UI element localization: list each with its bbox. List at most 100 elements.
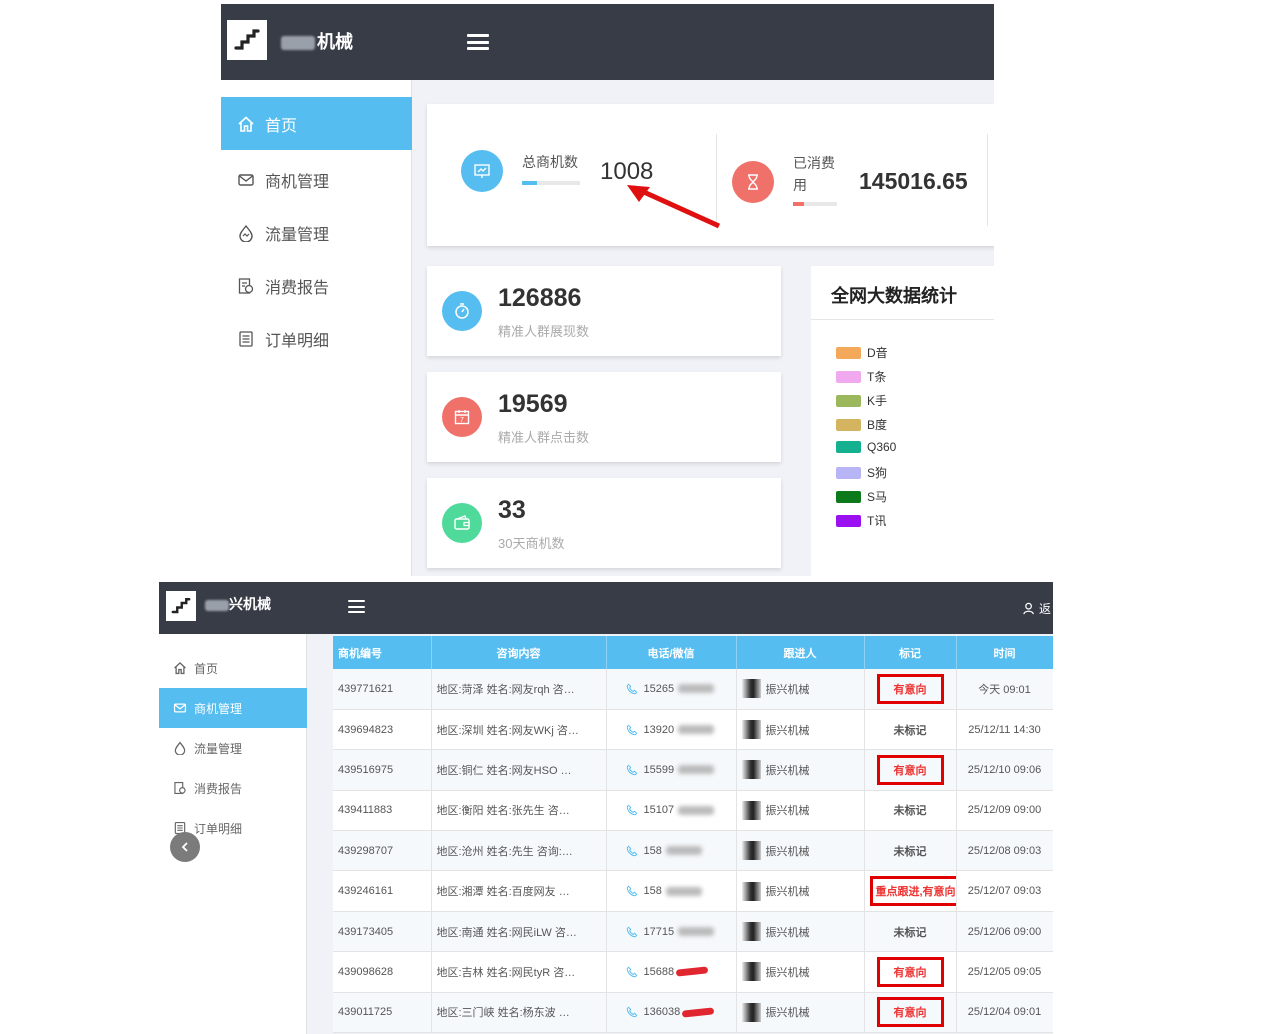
- avatar: [741, 962, 761, 982]
- menu-toggle-icon[interactable]: [467, 34, 489, 50]
- table-row[interactable]: 439011725 地区:三门峡 姓名:杨东波 … 136038 振兴机械 有意向 25/…: [333, 992, 1053, 1034]
- sidebar-collapse-button[interactable]: [170, 832, 200, 862]
- lead-mark-badge[interactable]: 有意向: [876, 673, 944, 704]
- lead-mark-badge[interactable]: 未标记: [894, 846, 927, 858]
- lead-phone-cell[interactable]: 158: [606, 830, 737, 872]
- lead-mark-cell[interactable]: 未标记: [864, 830, 957, 872]
- table-row[interactable]: 439098628 地区:吉林 姓名:网民tyR 咨… 15688 振兴机械 有意向 25…: [333, 951, 1053, 993]
- lead-time: 25/12/08 09:03: [956, 830, 1053, 872]
- lead-follower: 振兴机械: [765, 845, 810, 858]
- sidebar-item-label: 首页: [194, 661, 219, 676]
- lead-mark-cell[interactable]: 有意向: [864, 669, 957, 710]
- lead-phone-cell[interactable]: 15599: [606, 749, 737, 791]
- sidebar-item-home[interactable]: 首页: [221, 97, 412, 150]
- lead-mark-cell[interactable]: 有意向: [864, 992, 957, 1034]
- legend-item[interactable]: T讯: [836, 512, 886, 529]
- table-row[interactable]: 439694823 地区:深圳 姓名:网友WKj 咨… 13920 振兴机械 未标记 25…: [333, 709, 1053, 751]
- table-row[interactable]: 439771621 地区:菏泽 姓名:网友rqh 咨… 15265 振兴机械 有意向 今天…: [333, 669, 1053, 710]
- legend-swatch: [836, 441, 861, 453]
- lead-phone-cell[interactable]: 13920: [606, 709, 737, 751]
- lead-mark-badge[interactable]: 未标记: [894, 927, 927, 939]
- sidebar-item-leads[interactable]: 商机管理: [159, 688, 307, 728]
- legend-swatch: [836, 418, 861, 431]
- lead-mark-cell[interactable]: 未标记: [864, 911, 957, 953]
- lead-mark-badge[interactable]: 有意向: [876, 956, 944, 987]
- legend-label: S马: [867, 490, 888, 504]
- sidebar-item-home[interactable]: 首页: [159, 648, 307, 688]
- lead-mark-cell[interactable]: 重点跟进,有意向: [864, 870, 957, 912]
- lead-phone-cell[interactable]: 17715: [606, 911, 737, 953]
- legend-item[interactable]: S狗: [836, 464, 887, 481]
- table-row[interactable]: 439516975 地区:铜仁 姓名:网友HSO … 15599 振兴机械 有意向 25/…: [333, 749, 1053, 791]
- lead-content[interactable]: 地区:吉林 姓名:网民tyR 咨…: [431, 951, 607, 993]
- lead-follower-cell: 振兴机械: [736, 911, 865, 953]
- brand-text: 兴机械: [229, 596, 271, 612]
- table-row[interactable]: 439173405 地区:南通 姓名:网民iLW 咨… 17715 振兴机械 未标记 25…: [333, 911, 1053, 953]
- menu-toggle-icon[interactable]: [348, 600, 365, 613]
- lead-mark-cell[interactable]: 未标记: [864, 709, 957, 751]
- legend-item[interactable]: D音: [836, 344, 888, 361]
- lead-id: 439516975: [333, 749, 432, 791]
- sidebar-item-traffic[interactable]: 流量管理: [159, 728, 307, 768]
- column-header[interactable]: 商机编号: [333, 636, 432, 669]
- lead-phone-cell[interactable]: 15107: [606, 790, 737, 832]
- lead-mark-badge[interactable]: 有意向: [876, 754, 944, 785]
- lead-time: 25/12/06 09:00: [956, 911, 1053, 953]
- lead-phone-cell[interactable]: 158: [606, 870, 737, 912]
- sidebar-item-orders[interactable]: 订单明细: [221, 312, 412, 365]
- legend-item[interactable]: K手: [836, 392, 887, 409]
- lead-follower: 振兴机械: [765, 966, 810, 979]
- lead-mark-cell[interactable]: 有意向: [864, 749, 957, 791]
- lead-content[interactable]: 地区:深圳 姓名:网友WKj 咨…: [431, 709, 607, 751]
- legend-item[interactable]: T条: [836, 368, 886, 385]
- lead-mark-badge[interactable]: 有意向: [876, 997, 944, 1028]
- chevron-left-icon: [181, 842, 188, 852]
- sidebar-item-report[interactable]: 消费报告: [159, 768, 307, 808]
- sidebar-item-traffic[interactable]: 流量管理: [221, 206, 412, 259]
- leads-screenshot: 兴机械 返 首页 商机管理 流量管理 消费报告 订单明细 商机编号 咨询内容 电…: [159, 582, 1053, 1034]
- lead-id: 439298707: [333, 830, 432, 872]
- lead-mark-badge[interactable]: 重点跟进,有意向: [869, 876, 955, 907]
- sidebar-item-leads[interactable]: 商机管理: [221, 153, 412, 206]
- lead-content[interactable]: 地区:南通 姓名:网民iLW 咨…: [431, 911, 607, 953]
- lead-phone-cell[interactable]: 15688: [606, 951, 737, 993]
- user-menu-button[interactable]: 返: [1023, 600, 1051, 617]
- column-header[interactable]: 标记: [864, 636, 957, 669]
- lead-content[interactable]: 地区:沧州 姓名:先生 咨询:…: [431, 830, 607, 872]
- lead-mark-cell[interactable]: 未标记: [864, 790, 957, 832]
- logo[interactable]: [227, 20, 267, 60]
- lead-phone-cell[interactable]: 15265: [606, 669, 737, 710]
- table-row[interactable]: 439411883 地区:衡阳 姓名:张先生 咨… 15107 振兴机械 未标记 25/1…: [333, 790, 1053, 832]
- legend-item[interactable]: Q360: [836, 440, 896, 454]
- lead-mark-badge[interactable]: 未标记: [894, 805, 927, 817]
- lead-phone: 15599: [643, 763, 675, 776]
- lead-phone-cell[interactable]: 136038: [606, 992, 737, 1034]
- table-row[interactable]: 439246161 地区:湘潭 姓名:百度网友 … 158 振兴机械 重点跟进,有意向 2…: [333, 870, 1053, 912]
- clicks-card: 7 19569 精准人群点击数: [427, 372, 781, 462]
- lead-content[interactable]: 地区:菏泽 姓名:网友rqh 咨…: [431, 669, 607, 710]
- column-header[interactable]: 跟进人: [736, 636, 865, 669]
- legend-label: S狗: [867, 466, 888, 480]
- column-header[interactable]: 时间: [956, 636, 1053, 669]
- legend-item[interactable]: B度: [836, 416, 887, 433]
- lead-mark-cell[interactable]: 有意向: [864, 951, 957, 993]
- logo[interactable]: [166, 591, 196, 621]
- bigdata-card: 全网大数据统计 D音 T条 K手 B度 Q360 S狗 S马 T讯: [811, 266, 994, 576]
- lead-content[interactable]: 地区:衡阳 姓名:张先生 咨…: [431, 790, 607, 832]
- stopwatch-icon: [442, 291, 482, 331]
- lead-content[interactable]: 地区:湘潭 姓名:百度网友 …: [431, 870, 607, 912]
- calendar-icon: 7: [442, 397, 482, 437]
- legend-item[interactable]: S马: [836, 488, 887, 505]
- sidebar-item-report[interactable]: 消费报告: [221, 259, 412, 312]
- lead-mark-badge[interactable]: 未标记: [894, 725, 927, 737]
- lead-content[interactable]: 地区:三门峡 姓名:杨东波 …: [431, 992, 607, 1034]
- legend-swatch: [836, 370, 861, 383]
- avatar: [741, 720, 761, 740]
- impressions-card: 126886 精准人群展现数: [427, 266, 781, 356]
- column-header[interactable]: 电话/微信: [606, 636, 737, 669]
- table-row[interactable]: 439298707 地区:沧州 姓名:先生 咨询:… 158 振兴机械 未标记 25/12…: [333, 830, 1053, 872]
- lead-content[interactable]: 地区:铜仁 姓名:网友HSO …: [431, 749, 607, 791]
- column-header[interactable]: 咨询内容: [431, 636, 607, 669]
- redacted-phone: [665, 886, 702, 896]
- sidebar-item-label: 订单明细: [194, 821, 243, 836]
